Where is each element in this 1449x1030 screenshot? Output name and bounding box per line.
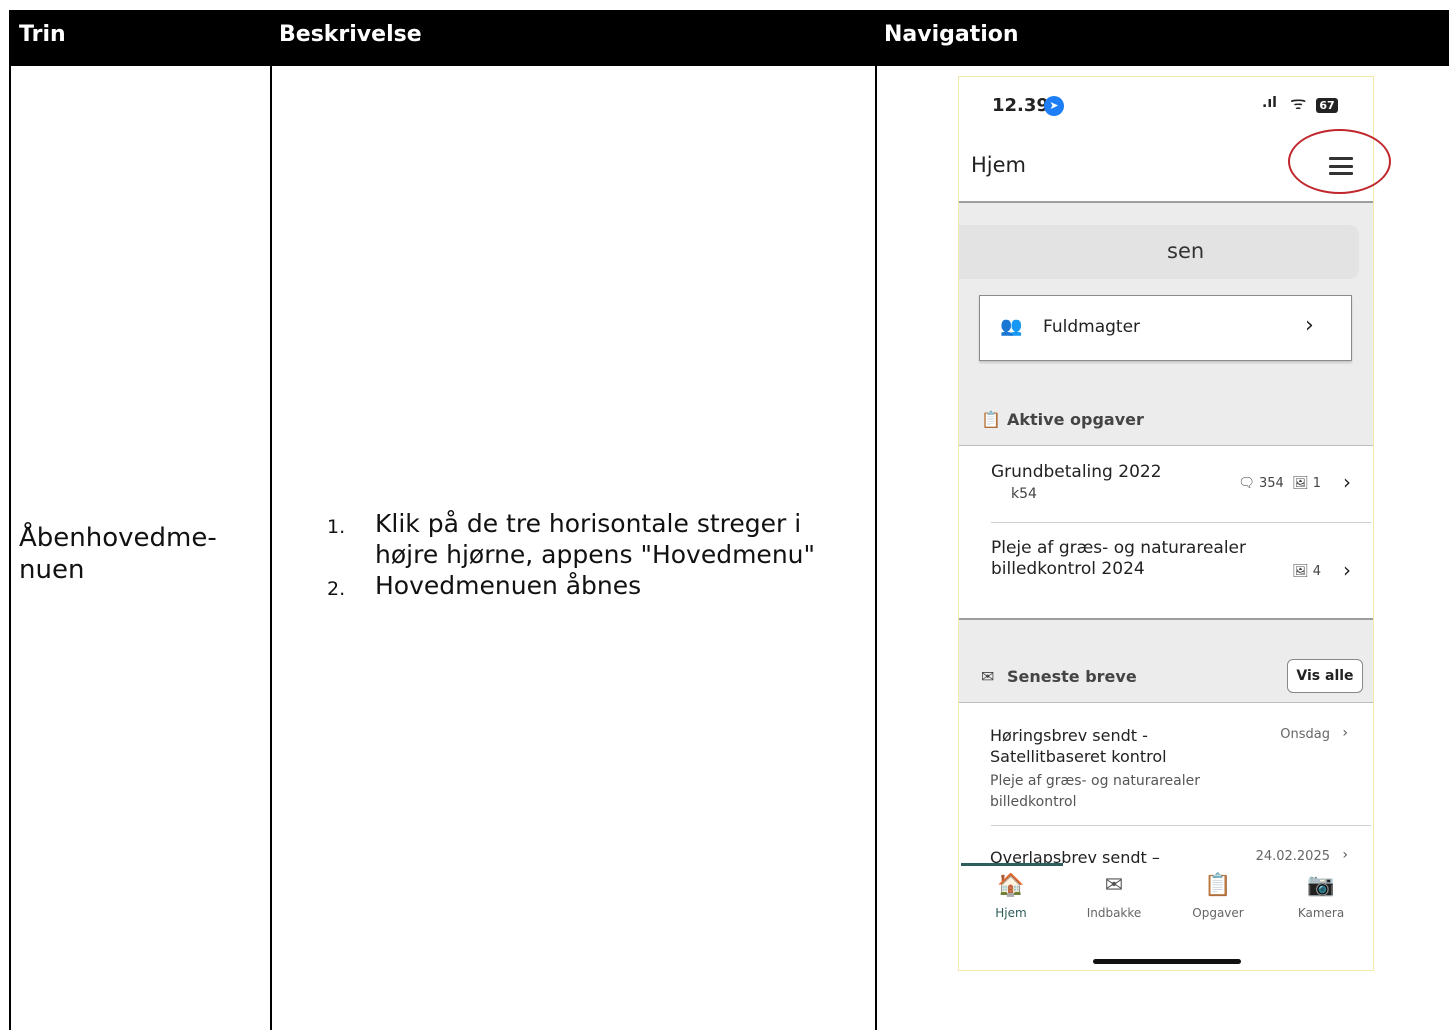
fuldmagter-button[interactable]: 👥 Fuldmagter ›	[979, 295, 1352, 361]
list-number: 1.	[327, 516, 346, 538]
letters-heading-text: Seneste breve	[1007, 667, 1137, 686]
active-tasks-heading-text: Aktive opgaver	[1007, 410, 1144, 429]
chevron-right-icon: ›	[1343, 470, 1351, 494]
people-icon: 👥	[1000, 316, 1023, 337]
column-border	[9, 66, 11, 1030]
page-title: Hjem	[971, 153, 1027, 177]
header-beskrivelse: Beskrivelse	[279, 22, 422, 47]
signal-icon: .ıl	[1262, 95, 1277, 111]
list-item[interactable]: Høringsbrev sendt - Satellitbaseret kont…	[990, 725, 1360, 813]
clipboard-icon: 📋	[1204, 873, 1232, 898]
letters-heading: ✉ Seneste breve	[981, 667, 1137, 686]
phone-screenshot: 12.39 ➤ .ıl ᯤ 67 Hjem sen 👥 Fuldmagter ›…	[958, 76, 1374, 971]
nav-item-opgaver[interactable]: 📋 Opgaver	[1178, 873, 1258, 920]
comment-count: 354	[1258, 476, 1284, 491]
nav-label: Hjem	[995, 906, 1027, 920]
task-meta: 🖼 4	[1292, 564, 1321, 579]
step-name: Åbenhovedme- nuen	[19, 522, 217, 586]
image-count: 1	[1312, 476, 1321, 491]
user-name-chip: sen	[959, 225, 1359, 279]
image-icon: 🖼	[1292, 564, 1309, 579]
step-name-line: nuen	[19, 555, 85, 585]
status-time: 12.39	[992, 95, 1049, 116]
nav-item-indbakke[interactable]: ✉ Indbakke	[1074, 873, 1154, 920]
clipboard-icon: 📋	[981, 410, 1001, 429]
letter-date: Onsdag	[1280, 727, 1330, 742]
task-title: Pleje af græs- og naturarealer billedkon…	[991, 538, 1246, 579]
divider	[991, 522, 1371, 523]
column-border	[270, 66, 272, 1030]
chevron-right-icon: ›	[1342, 847, 1348, 863]
nav-item-kamera[interactable]: 📷 Kamera	[1281, 873, 1361, 920]
description-list: 1. Klik på de tre horisontale streger i …	[327, 508, 867, 601]
list-item[interactable]: Grundbetaling 2022 k54 🗨 354 🖼 1 ›	[991, 462, 1361, 502]
nav-label: Kamera	[1297, 906, 1345, 920]
list-text: Hovedmenuen åbnes	[375, 571, 642, 600]
battery-icon: 67	[1316, 98, 1338, 113]
active-tab-indicator	[961, 863, 1063, 866]
home-indicator	[1093, 959, 1241, 964]
home-icon: 🏠	[997, 873, 1025, 898]
bottom-navigation: 🏠 Hjem ✉ Indbakke 📋 Opgaver 📷 Kamera	[959, 863, 1373, 970]
vis-alle-button[interactable]: Vis alle	[1287, 659, 1363, 693]
chevron-right-icon: ›	[1343, 558, 1351, 582]
mail-icon: ✉	[981, 667, 995, 686]
wifi-icon: ᯤ	[1290, 93, 1307, 114]
header-trin: Trin	[19, 22, 66, 47]
list-item: 1. Klik på de tre horisontale streger i …	[327, 508, 867, 570]
user-name-fragment: sen	[1167, 239, 1205, 263]
task-list: Grundbetaling 2022 k54 🗨 354 🖼 1 › Pleje…	[959, 445, 1373, 620]
chevron-right-icon: ›	[1342, 725, 1348, 741]
camera-icon: 📷	[1307, 873, 1335, 898]
comment-icon: 🗨	[1238, 476, 1255, 491]
header-navigation: Navigation	[884, 22, 1019, 47]
status-bar: 12.39 ➤ .ıl ᯤ 67	[959, 77, 1373, 135]
fuldmagter-label: Fuldmagter	[1043, 317, 1141, 337]
list-item: 2. Hovedmenuen åbnes	[327, 570, 867, 601]
letter-date: 24.02.2025	[1255, 849, 1330, 864]
list-item[interactable]: Pleje af græs- og naturarealer billedkon…	[991, 538, 1361, 582]
step-name-line: Åbenhovedme-	[19, 523, 217, 553]
nav-label: Indbakke	[1086, 906, 1142, 920]
list-text: Klik på de tre horisontale streger i høj…	[375, 509, 816, 569]
letters-list: Høringsbrev sendt - Satellitbaseret kont…	[959, 702, 1373, 873]
menu-highlight-circle	[1288, 129, 1391, 194]
chevron-right-icon: ›	[1305, 313, 1314, 338]
task-meta: 🗨 354 🖼 1	[1238, 476, 1321, 491]
active-tasks-heading: 📋 Aktive opgaver	[981, 410, 1144, 429]
column-border	[875, 66, 877, 1030]
divider	[991, 825, 1371, 826]
table-header-row: Trin Beskrivelse Navigation	[9, 10, 1449, 66]
nav-label: Opgaver	[1192, 906, 1244, 920]
nav-item-hjem[interactable]: 🏠 Hjem	[971, 873, 1051, 920]
mail-icon: ✉	[1104, 873, 1124, 898]
letter-title: Høringsbrev sendt - Satellitbaseret kont…	[990, 726, 1167, 766]
image-icon: 🖼	[1292, 476, 1309, 491]
list-number: 2.	[327, 578, 346, 600]
location-icon: ➤	[1044, 96, 1064, 116]
image-count: 4	[1312, 564, 1321, 579]
letter-subtitle: Pleje af græs- og naturarealer billedkon…	[990, 773, 1200, 810]
